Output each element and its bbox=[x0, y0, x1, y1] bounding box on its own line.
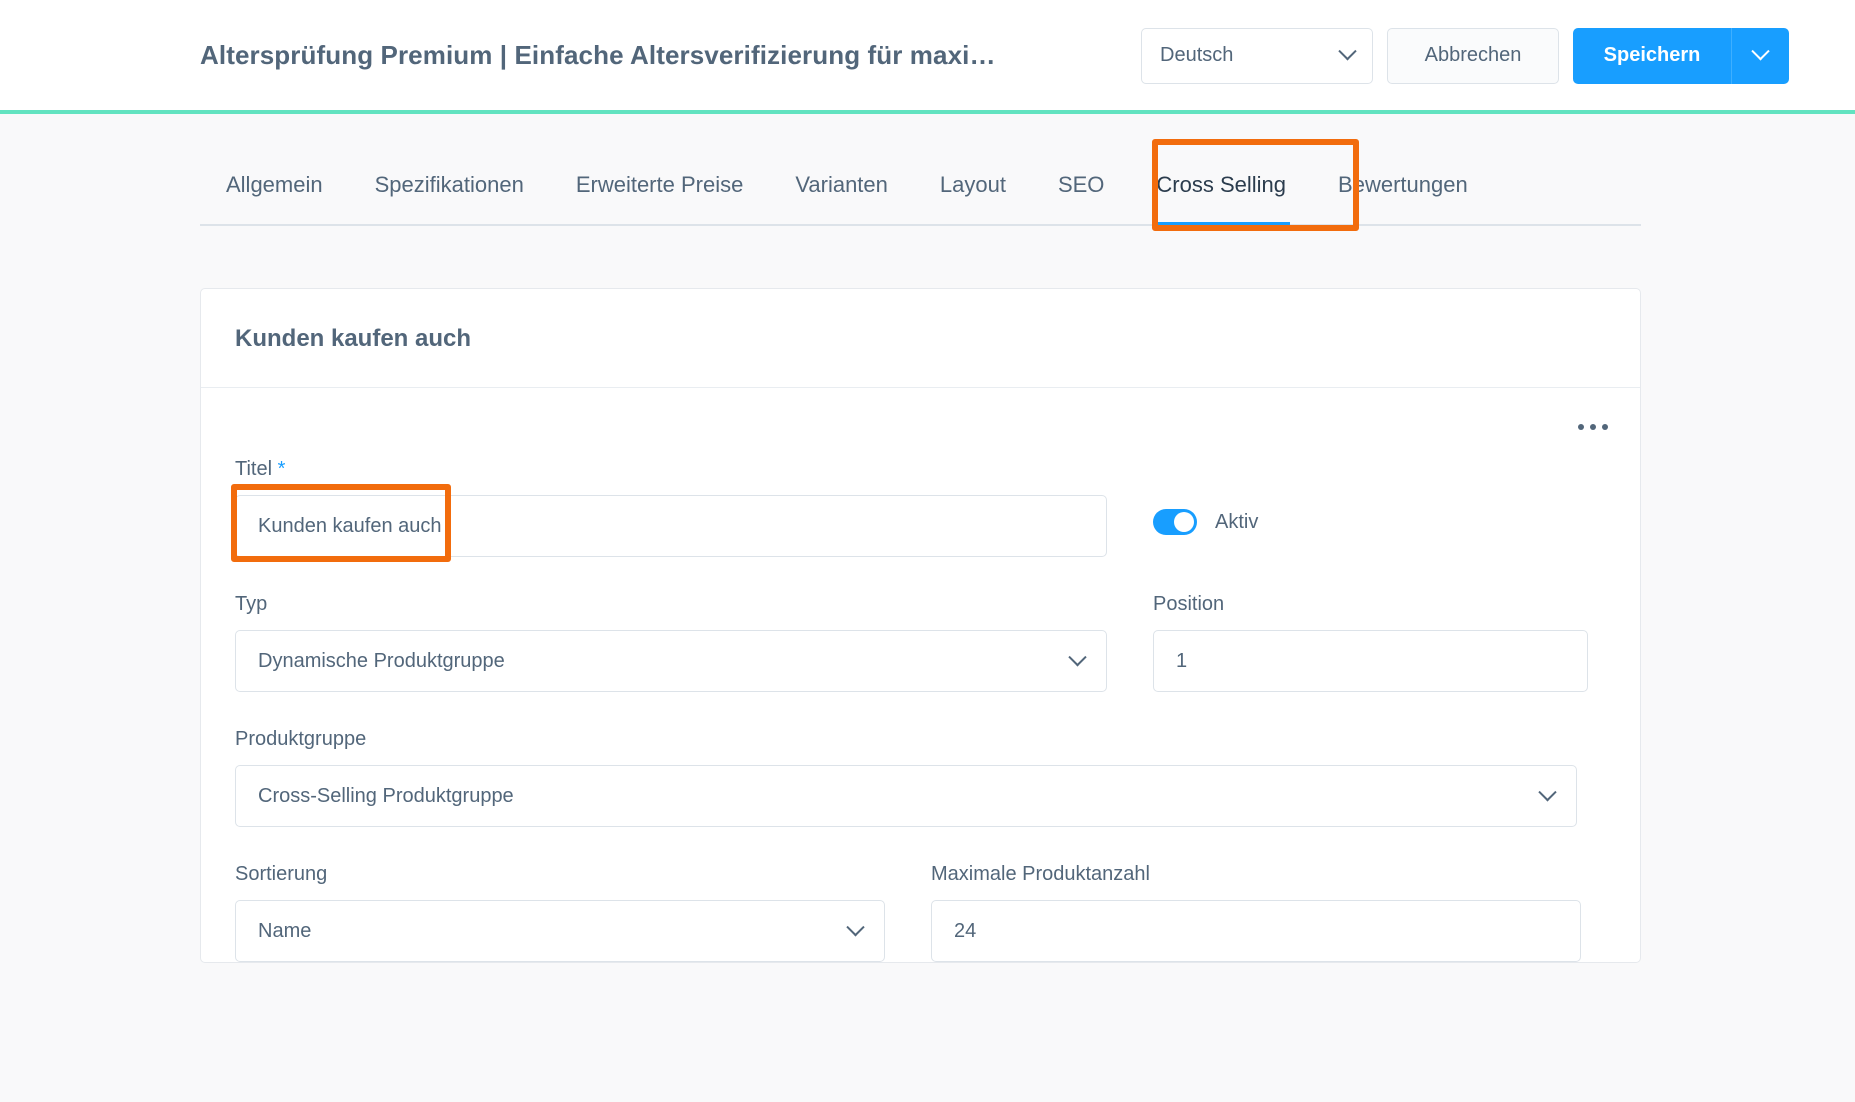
tab-layout[interactable]: Layout bbox=[914, 172, 1032, 224]
sorting-select-value: Name bbox=[258, 919, 312, 942]
tab-varianten[interactable]: Varianten bbox=[769, 172, 914, 224]
chevron-down-icon bbox=[1751, 42, 1770, 61]
type-select-value: Dynamische Produktgruppe bbox=[258, 649, 505, 672]
position-input[interactable]: 1 bbox=[1153, 630, 1588, 692]
field-title: Titel * Kunden kaufen auch bbox=[231, 458, 1107, 562]
position-label: Position bbox=[1153, 593, 1225, 615]
tab-cross-selling[interactable]: Cross Selling bbox=[1130, 172, 1312, 226]
topbar-actions: Deutsch Abbrechen Speichern bbox=[1141, 27, 1789, 84]
field-active: Aktiv bbox=[1153, 458, 1606, 557]
title-label-text: Titel bbox=[235, 458, 273, 480]
field-sorting: Sortierung Name bbox=[235, 863, 885, 962]
row-sorting-max: Sortierung Name Maximale Produktanzahl 2… bbox=[235, 863, 1606, 962]
save-button[interactable]: Speichern bbox=[1573, 27, 1731, 84]
product-group-label: Produktgruppe bbox=[235, 728, 367, 750]
title-label: Titel * bbox=[235, 458, 1107, 481]
field-product-group: Produktgruppe Cross-Selling Produktgrupp… bbox=[235, 728, 1577, 827]
chevron-down-icon bbox=[846, 917, 865, 936]
row-product-group: Produktgruppe Cross-Selling Produktgrupp… bbox=[235, 728, 1606, 827]
cross-selling-card: Kunden kaufen auch Titel * Kunden kaufen… bbox=[200, 288, 1641, 963]
position-input-value: 1 bbox=[1176, 649, 1188, 672]
language-select[interactable]: Deutsch bbox=[1141, 27, 1373, 84]
type-label: Typ bbox=[235, 593, 268, 615]
cross-selling-section: Kunden kaufen auch Titel * Kunden kaufen… bbox=[0, 226, 1855, 963]
tab-spezifikationen[interactable]: Spezifikationen bbox=[349, 172, 550, 224]
max-products-input-value: 24 bbox=[954, 919, 977, 942]
field-max-products: Maximale Produktanzahl 24 bbox=[931, 863, 1581, 962]
row-type-position: Typ Dynamische Produktgruppe Position 1 bbox=[235, 593, 1606, 692]
tab-erweiterte-preise[interactable]: Erweiterte Preise bbox=[550, 172, 770, 224]
card-title: Kunden kaufen auch bbox=[201, 289, 1640, 388]
accent-bar bbox=[0, 110, 1855, 114]
more-options-icon[interactable] bbox=[1578, 424, 1608, 430]
card-body: Titel * Kunden kaufen auch Aktiv Typ Dyn… bbox=[201, 388, 1640, 962]
dot bbox=[1590, 424, 1596, 430]
chevron-down-icon bbox=[1068, 647, 1087, 666]
row-title: Titel * Kunden kaufen auch Aktiv bbox=[231, 458, 1606, 562]
tab-list: Allgemein Spezifikationen Erweiterte Pre… bbox=[200, 139, 1641, 231]
sorting-label: Sortierung bbox=[235, 863, 328, 885]
tabs-section: Allgemein Spezifikationen Erweiterte Pre… bbox=[0, 112, 1855, 231]
required-marker: * bbox=[277, 458, 286, 480]
chevron-down-icon bbox=[1338, 42, 1357, 61]
active-toggle[interactable] bbox=[1153, 509, 1197, 535]
max-products-input[interactable]: 24 bbox=[931, 900, 1581, 962]
product-group-select-value: Cross-Selling Produktgruppe bbox=[258, 784, 514, 807]
type-select[interactable]: Dynamische Produktgruppe bbox=[235, 630, 1107, 692]
save-button-group: Speichern bbox=[1573, 27, 1789, 84]
top-bar: Altersprüfung Premium | Einfache Altersv… bbox=[0, 0, 1855, 114]
tab-seo[interactable]: SEO bbox=[1032, 172, 1130, 224]
product-group-select[interactable]: Cross-Selling Produktgruppe bbox=[235, 765, 1577, 827]
tab-allgemein[interactable]: Allgemein bbox=[200, 172, 349, 224]
toggle-knob bbox=[1174, 512, 1194, 532]
active-toggle-row: Aktiv bbox=[1153, 509, 1258, 535]
field-position: Position 1 bbox=[1153, 593, 1588, 692]
language-select-value: Deutsch bbox=[1160, 44, 1234, 66]
title-input-value: Kunden kaufen auch bbox=[258, 514, 442, 537]
tab-bewertungen[interactable]: Bewertungen bbox=[1312, 172, 1494, 224]
save-options-button[interactable] bbox=[1731, 27, 1789, 84]
chevron-down-icon bbox=[1538, 782, 1557, 801]
cancel-button[interactable]: Abbrechen bbox=[1387, 27, 1559, 84]
field-type: Typ Dynamische Produktgruppe bbox=[235, 593, 1107, 692]
sorting-select[interactable]: Name bbox=[235, 900, 885, 962]
title-input[interactable]: Kunden kaufen auch bbox=[235, 495, 1107, 557]
page-title: Altersprüfung Premium | Einfache Altersv… bbox=[200, 40, 1010, 70]
dot bbox=[1602, 424, 1608, 430]
dot bbox=[1578, 424, 1584, 430]
max-products-label: Maximale Produktanzahl bbox=[931, 863, 1150, 885]
active-toggle-label: Aktiv bbox=[1215, 510, 1259, 533]
